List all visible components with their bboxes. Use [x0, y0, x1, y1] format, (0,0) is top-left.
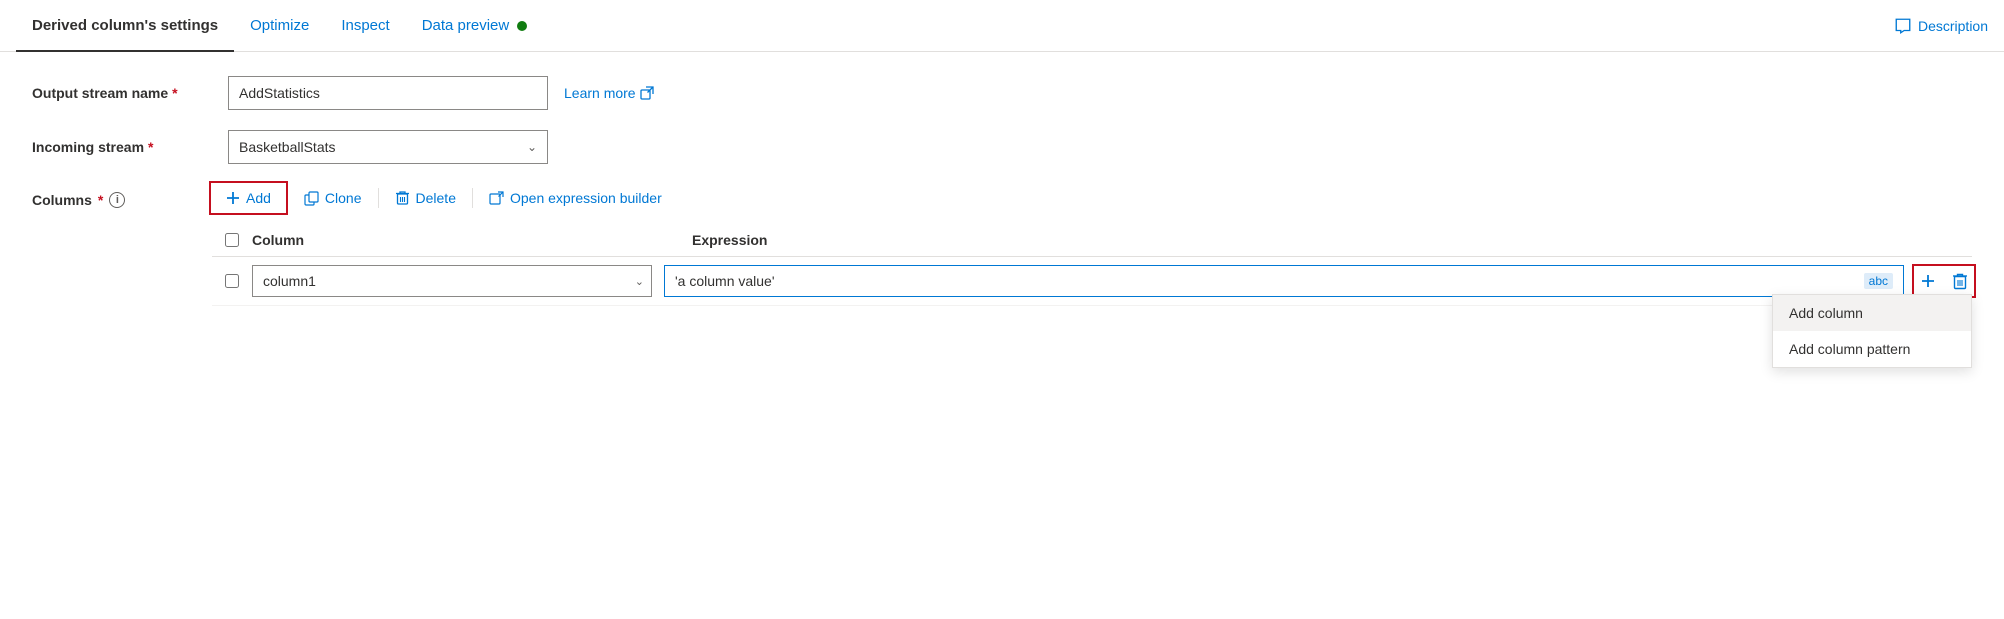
required-star-3: * — [98, 192, 103, 208]
toolbar-separator-1 — [287, 188, 288, 208]
tab-derived-settings-label: Derived column's settings — [32, 17, 218, 34]
delete-button[interactable]: Delete — [381, 184, 470, 212]
incoming-stream-dropdown[interactable]: BasketballStats ⌄ — [228, 130, 548, 164]
expression-header: Expression — [692, 232, 1972, 248]
status-dot — [517, 21, 527, 31]
learn-more-link[interactable]: Learn more — [564, 85, 654, 101]
external-link-icon — [640, 86, 654, 100]
row-expression-field[interactable]: 'a column value' abc — [664, 265, 1904, 297]
table-row: column1 ⌄ 'a column value' abc — [212, 257, 1972, 306]
columns-toolbar: Add Clone — [212, 184, 1972, 212]
required-star: * — [172, 85, 177, 101]
row-plus-icon — [1920, 273, 1936, 289]
add-column-pattern-option[interactable]: Add column pattern — [1773, 331, 1971, 367]
add-column-option[interactable]: Add column — [1773, 295, 1971, 331]
tab-inspect-label: Inspect — [341, 17, 389, 34]
columns-table: Column Expression column1 ⌄ — [212, 224, 1972, 306]
header-checkbox-col — [212, 233, 252, 247]
top-navigation: Derived column's settings Optimize Inspe… — [0, 0, 2004, 52]
chevron-down-icon: ⌄ — [527, 140, 537, 154]
row-checkbox[interactable] — [225, 274, 239, 288]
info-icon[interactable]: i — [109, 192, 125, 208]
row-add-button[interactable] — [1916, 269, 1940, 293]
expression-value: 'a column value' — [675, 273, 775, 289]
expression-builder-icon — [489, 191, 504, 206]
toolbar-separator-3 — [472, 188, 473, 208]
row-actions: Add column Add column pattern — [1916, 268, 1972, 294]
incoming-stream-value: BasketballStats — [239, 139, 336, 155]
column-select[interactable]: column1 — [252, 265, 652, 297]
column-header: Column — [252, 232, 692, 248]
add-button[interactable]: Add — [212, 184, 285, 212]
output-stream-input[interactable] — [228, 76, 548, 110]
required-star-2: * — [148, 139, 153, 155]
tab-optimize[interactable]: Optimize — [234, 0, 325, 52]
main-content: Output stream name * Learn more Incoming… — [0, 52, 2004, 330]
columns-content: Add Clone — [212, 184, 1972, 306]
tab-optimize-label: Optimize — [250, 17, 309, 34]
expression-builder-label: Open expression builder — [510, 190, 662, 206]
select-all-checkbox[interactable] — [225, 233, 239, 247]
add-column-dropdown-menu: Add column Add column pattern — [1772, 294, 1972, 368]
incoming-stream-row: Incoming stream * BasketballStats ⌄ — [32, 130, 1972, 164]
row-checkbox-col — [212, 274, 252, 288]
columns-label: Columns * i — [32, 192, 212, 208]
add-button-label: Add — [246, 190, 271, 206]
output-stream-label: Output stream name * — [32, 85, 212, 101]
clone-icon — [304, 191, 319, 206]
plus-icon — [226, 191, 240, 205]
tab-data-preview[interactable]: Data preview — [406, 0, 544, 52]
table-header: Column Expression — [212, 224, 1972, 257]
delete-button-label: Delete — [416, 190, 456, 206]
columns-section: Columns * i Add — [32, 184, 1972, 306]
tab-derived-settings[interactable]: Derived column's settings — [16, 0, 234, 52]
tab-data-preview-label: Data preview — [422, 17, 510, 34]
toolbar-separator-2 — [378, 188, 379, 208]
incoming-stream-label: Incoming stream * — [32, 139, 212, 155]
description-button[interactable]: Description — [1894, 17, 1988, 35]
row-delete-icon — [1952, 272, 1968, 290]
row-column-dropdown[interactable]: column1 ⌄ — [252, 265, 652, 297]
description-label: Description — [1918, 18, 1988, 34]
expression-type-badge: abc — [1864, 273, 1893, 289]
delete-icon — [395, 190, 410, 206]
tab-inspect[interactable]: Inspect — [325, 0, 405, 52]
clone-button-label: Clone — [325, 190, 362, 206]
incoming-stream-select[interactable]: BasketballStats ⌄ — [228, 130, 548, 164]
output-stream-row: Output stream name * Learn more — [32, 76, 1972, 110]
clone-button[interactable]: Clone — [290, 184, 376, 212]
chat-icon — [1894, 17, 1912, 35]
row-delete-button[interactable] — [1948, 268, 1972, 294]
expression-builder-button[interactable]: Open expression builder — [475, 184, 676, 212]
